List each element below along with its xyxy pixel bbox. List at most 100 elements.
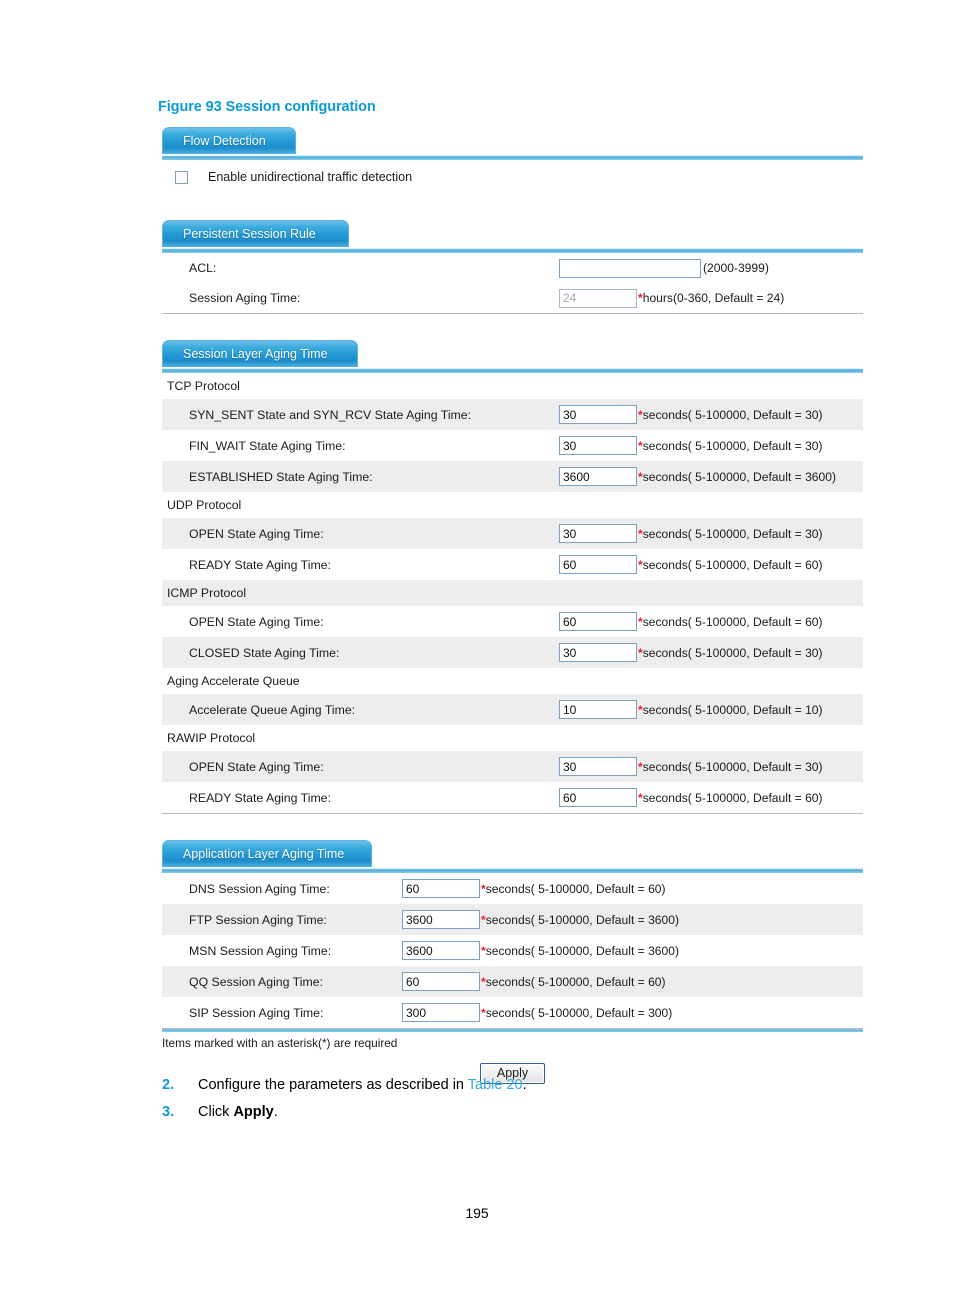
step-text-before: Configure the parameters as described in (198, 1077, 468, 1093)
row-hint: *seconds( 5-100000, Default = 3600) (481, 943, 680, 958)
protocol-group-label: Aging Accelerate Queue (167, 674, 300, 688)
document-page: Figure 93 Session configuration Flow Det… (0, 0, 954, 1296)
session-aging-time-label: Session Aging Time: (189, 291, 301, 305)
table-row: DNS Session Aging Time: *seconds( 5-10000… (162, 873, 863, 904)
aging-time-input[interactable] (402, 879, 480, 898)
tab-session-layer-aging-time[interactable]: Session Layer Aging Time (162, 340, 358, 367)
aging-time-input[interactable] (559, 405, 637, 424)
session-layer-spacer (162, 814, 863, 840)
list-item: 3. Click Apply. (158, 1099, 798, 1126)
table-row: SYN_SENT State and SYN_RCV State Aging T… (162, 399, 863, 430)
step-text-after: . (273, 1104, 278, 1120)
tab-persistent-session-rule[interactable]: Persistent Session Rule (162, 220, 349, 247)
row-hint: *seconds( 5-100000, Default = 60) (638, 557, 823, 572)
aging-time-input[interactable] (559, 612, 637, 631)
application-layer-aging-time-tabstrip: Application Layer Aging Time (162, 840, 863, 867)
protocol-group-header: Aging Accelerate Queue (162, 668, 863, 694)
aging-time-input[interactable] (402, 941, 480, 960)
flow-detection-tabstrip: Flow Detection (162, 127, 863, 154)
row-label: MSN Session Aging Time: (189, 943, 332, 958)
aging-time-input[interactable] (559, 467, 637, 486)
row-label: Accelerate Queue Aging Time: (189, 702, 356, 717)
required-asterisk-icon: * (638, 469, 643, 484)
row-hint: *seconds( 5-100000, Default = 30) (638, 438, 823, 453)
row-label: ESTABLISHED State Aging Time: (189, 469, 373, 484)
protocol-group-header: TCP Protocol (162, 373, 863, 399)
required-fields-note: Items marked with an asterisk(*) are req… (162, 1036, 398, 1050)
required-asterisk-icon: * (638, 645, 643, 660)
aging-time-input[interactable] (559, 524, 637, 543)
row-hint: *seconds( 5-100000, Default = 60) (638, 790, 823, 805)
table-row: ACL: (2000-3999) (162, 253, 863, 283)
aging-time-input[interactable] (559, 555, 637, 574)
acl-input[interactable] (559, 258, 701, 278)
required-asterisk-icon: * (481, 912, 486, 927)
table-row: FIN_WAIT State Aging Time: *seconds( 5-10… (162, 430, 863, 461)
list-item: 2. Configure the parameters as described … (158, 1072, 798, 1099)
persistent-session-rule-rows: ACL: (2000-3999) Session Aging Time: *ho… (162, 253, 863, 313)
table-row: OPEN State Aging Time: *seconds( 5-100000… (162, 518, 863, 549)
table-row: MSN Session Aging Time: *seconds( 5-10000… (162, 935, 863, 966)
required-asterisk-icon: * (638, 759, 643, 774)
table-row: READY State Aging Time: *seconds( 5-10000… (162, 549, 863, 580)
row-label: OPEN State Aging Time: (189, 614, 324, 629)
aging-time-input[interactable] (559, 788, 637, 807)
row-label: SIP Session Aging Time: (189, 1005, 324, 1020)
enable-unidirectional-traffic-detection-checkbox[interactable] (175, 170, 188, 184)
protocol-group-label: ICMP Protocol (167, 586, 247, 600)
acl-label: ACL: (189, 261, 217, 275)
persistent-session-rule-spacer (162, 314, 863, 340)
row-hint: *seconds( 5-100000, Default = 60) (481, 974, 666, 989)
aging-time-input[interactable] (559, 643, 637, 662)
aging-time-input[interactable] (402, 1003, 480, 1022)
step-number: 2. (162, 1077, 175, 1093)
row-label: SYN_SENT State and SYN_RCV State Aging T… (189, 407, 472, 422)
required-asterisk-icon: * (638, 790, 643, 805)
required-asterisk-icon: * (638, 614, 643, 629)
step-text-after: . (522, 1077, 527, 1093)
required-asterisk-icon: * (638, 407, 643, 422)
figure-caption: Figure 93 Session configuration (158, 99, 376, 115)
aging-time-input[interactable] (559, 436, 637, 455)
table-row: QQ Session Aging Time: *seconds( 5-100000… (162, 966, 863, 997)
table-20-link[interactable]: Table 20 (468, 1077, 523, 1093)
step-number: 3. (162, 1104, 175, 1120)
session-aging-time-input[interactable] (559, 288, 637, 308)
tab-application-layer-aging-time[interactable]: Application Layer Aging Time (162, 840, 372, 867)
protocol-group-header: UDP Protocol (162, 492, 863, 518)
row-label: CLOSED State Aging Time: (189, 645, 340, 660)
table-row: Accelerate Queue Aging Time: *seconds( 5-… (162, 694, 863, 725)
required-asterisk-icon: * (481, 1005, 486, 1020)
persistent-session-rule-tabstrip: Persistent Session Rule (162, 220, 863, 247)
aging-time-input[interactable] (559, 757, 637, 776)
table-row: SIP Session Aging Time: *seconds( 5-10000… (162, 997, 863, 1028)
aging-time-input[interactable] (402, 910, 480, 929)
table-row: ESTABLISHED State Aging Time: *seconds( 5… (162, 461, 863, 492)
table-row: CLOSED State Aging Time: *seconds( 5-1000… (162, 637, 863, 668)
row-label: OPEN State Aging Time: (189, 759, 324, 774)
row-hint: *seconds( 5-100000, Default = 3600) (638, 469, 837, 484)
table-row: READY State Aging Time: *seconds( 5-10000… (162, 782, 863, 813)
apply-bold-text: Apply (233, 1104, 274, 1120)
row-hint: *seconds( 5-100000, Default = 30) (638, 645, 823, 660)
row-label: FIN_WAIT State Aging Time: (189, 438, 346, 453)
row-hint: *seconds( 5-100000, Default = 30) (638, 759, 823, 774)
required-asterisk-icon: * (481, 881, 486, 896)
row-label: FTP Session Aging Time: (189, 912, 327, 927)
enable-unidirectional-traffic-detection-row[interactable]: Enable unidirectional traffic detection (162, 160, 863, 194)
protocol-group-header: RAWIP Protocol (162, 725, 863, 751)
aging-time-input[interactable] (402, 972, 480, 991)
row-hint: *seconds( 5-100000, Default = 60) (481, 881, 666, 896)
protocol-group-label: UDP Protocol (167, 498, 242, 512)
row-hint: *seconds( 5-100000, Default = 30) (638, 526, 823, 541)
aging-time-input[interactable] (559, 700, 637, 719)
step-text-before: Click (198, 1104, 234, 1120)
row-label: QQ Session Aging Time: (189, 974, 323, 989)
tab-flow-detection[interactable]: Flow Detection (162, 127, 296, 154)
table-row: Session Aging Time: *hours(0-360, Defaul… (162, 283, 863, 313)
required-asterisk-icon: * (638, 526, 643, 541)
row-label: OPEN State Aging Time: (189, 526, 324, 541)
required-asterisk-icon: * (638, 557, 643, 572)
acl-hint: (2000-3999) (703, 261, 769, 275)
row-hint: *seconds( 5-100000, Default = 3600) (481, 912, 680, 927)
